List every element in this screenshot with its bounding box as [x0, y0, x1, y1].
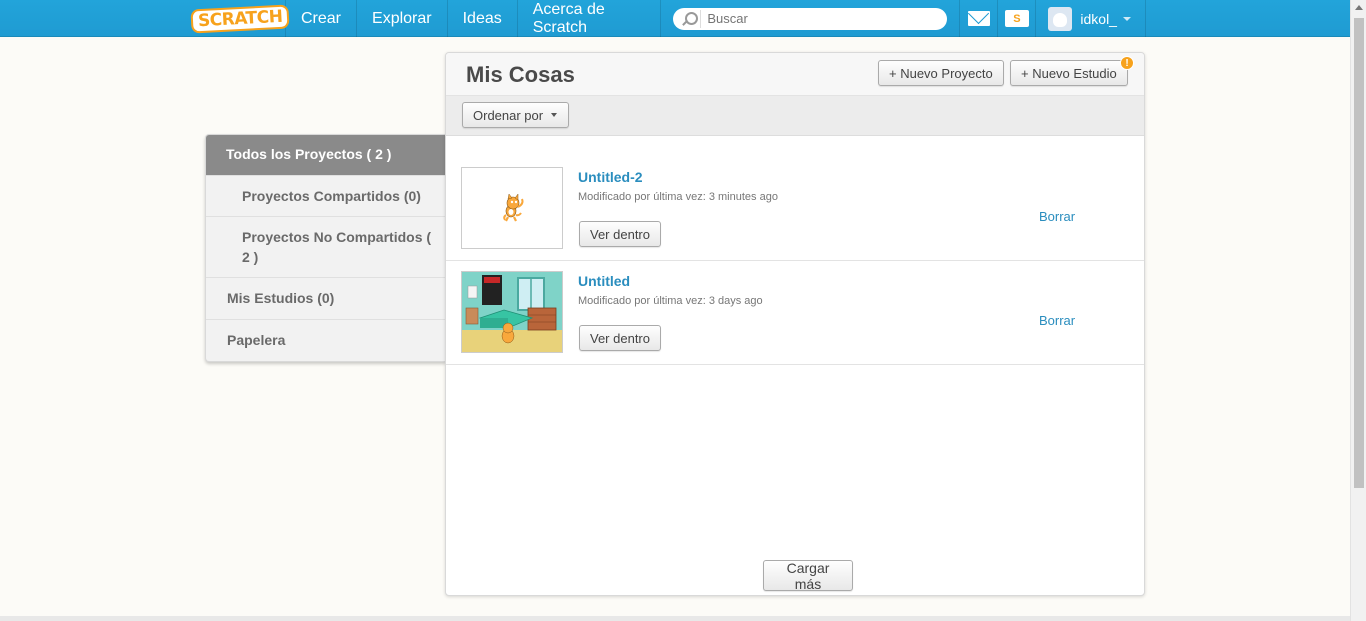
- messages-button[interactable]: [960, 0, 999, 37]
- nav-ideas[interactable]: Ideas: [448, 0, 518, 37]
- search-box[interactable]: [673, 7, 948, 30]
- folder-glyph: S: [1013, 12, 1021, 25]
- my-stuff-panel: Mis Cosas + Nuevo Proyecto + Nuevo Estud…: [445, 52, 1145, 596]
- sidebar-item-studios[interactable]: Mis Estudios (0): [206, 278, 446, 320]
- chevron-down-icon: [551, 113, 558, 117]
- scratch-logo[interactable]: SCRATCH: [190, 0, 291, 37]
- nav-inner: SCRATCH Crear Explorar Ideas Acerca de S…: [190, 0, 1146, 37]
- see-inside-button[interactable]: Ver dentro: [579, 325, 661, 351]
- project-modified: Modificado por última vez: 3 minutes ago: [578, 191, 778, 203]
- project-row: Untitled Modificado por última vez: 3 da…: [446, 261, 1144, 365]
- page-bottom-edge: [0, 616, 1350, 621]
- sidebar-item-unshared[interactable]: Proyectos No Compartidos ( 2 ): [206, 217, 446, 278]
- new-project-button[interactable]: + Nuevo Proyecto: [878, 60, 1004, 86]
- top-navigation: SCRATCH Crear Explorar Ideas Acerca de S…: [0, 0, 1350, 37]
- username: idkol_: [1080, 10, 1117, 27]
- sidebar: Todos los Proyectos ( 2 ) Proyectos Comp…: [205, 134, 446, 362]
- project-thumbnail[interactable]: [461, 271, 563, 353]
- user-menu[interactable]: idkol_: [1036, 0, 1146, 37]
- page-scrollbar[interactable]: [1350, 0, 1366, 621]
- see-inside-button[interactable]: Ver dentro: [579, 221, 661, 247]
- page-title: Mis Cosas: [466, 62, 575, 87]
- sidebar-item-shared[interactable]: Proyectos Compartidos (0): [206, 176, 446, 217]
- my-stuff-button[interactable]: S: [998, 0, 1037, 37]
- panel-header: Mis Cosas + Nuevo Proyecto + Nuevo Estud…: [446, 53, 1144, 96]
- mail-icon: [967, 11, 990, 26]
- project-title[interactable]: Untitled: [578, 273, 630, 289]
- load-more-button[interactable]: Cargar más: [763, 560, 853, 592]
- cat-sprite-icon: [462, 168, 562, 248]
- nav-explorar[interactable]: Explorar: [357, 0, 448, 37]
- nav-acerca[interactable]: Acerca de Scratch: [518, 0, 662, 37]
- avatar: [1048, 6, 1073, 31]
- bedroom-scene-icon: [462, 272, 562, 352]
- sidebar-item-trash[interactable]: Papelera: [206, 320, 446, 361]
- scroll-thumb[interactable]: [1354, 18, 1364, 488]
- project-thumbnail[interactable]: [461, 167, 563, 249]
- search-input[interactable]: [707, 11, 938, 26]
- project-row: Untitled-2 Modificado por última vez: 3 …: [446, 157, 1144, 261]
- project-modified: Modificado por última vez: 3 days ago: [578, 295, 763, 307]
- nav-crear[interactable]: Crear: [286, 0, 358, 37]
- sort-dropdown[interactable]: Ordenar por: [462, 102, 569, 128]
- logo-text: SCRATCH: [190, 3, 291, 34]
- sort-toolbar: Ordenar por: [446, 96, 1144, 136]
- sort-label: Ordenar por: [473, 107, 544, 123]
- delete-link[interactable]: Borrar: [1039, 313, 1075, 328]
- project-title[interactable]: Untitled-2: [578, 169, 643, 185]
- chevron-down-icon: [1122, 16, 1131, 21]
- search-container: [661, 0, 961, 37]
- delete-link[interactable]: Borrar: [1039, 209, 1075, 224]
- new-studio-button[interactable]: + Nuevo Estudio: [1010, 60, 1128, 86]
- folder-icon: S: [1004, 10, 1029, 27]
- alert-badge: !: [1120, 56, 1134, 70]
- search-icon: [679, 9, 702, 28]
- scroll-up-arrow-icon[interactable]: [1355, 5, 1363, 10]
- sidebar-item-all-projects[interactable]: Todos los Proyectos ( 2 ): [206, 135, 446, 176]
